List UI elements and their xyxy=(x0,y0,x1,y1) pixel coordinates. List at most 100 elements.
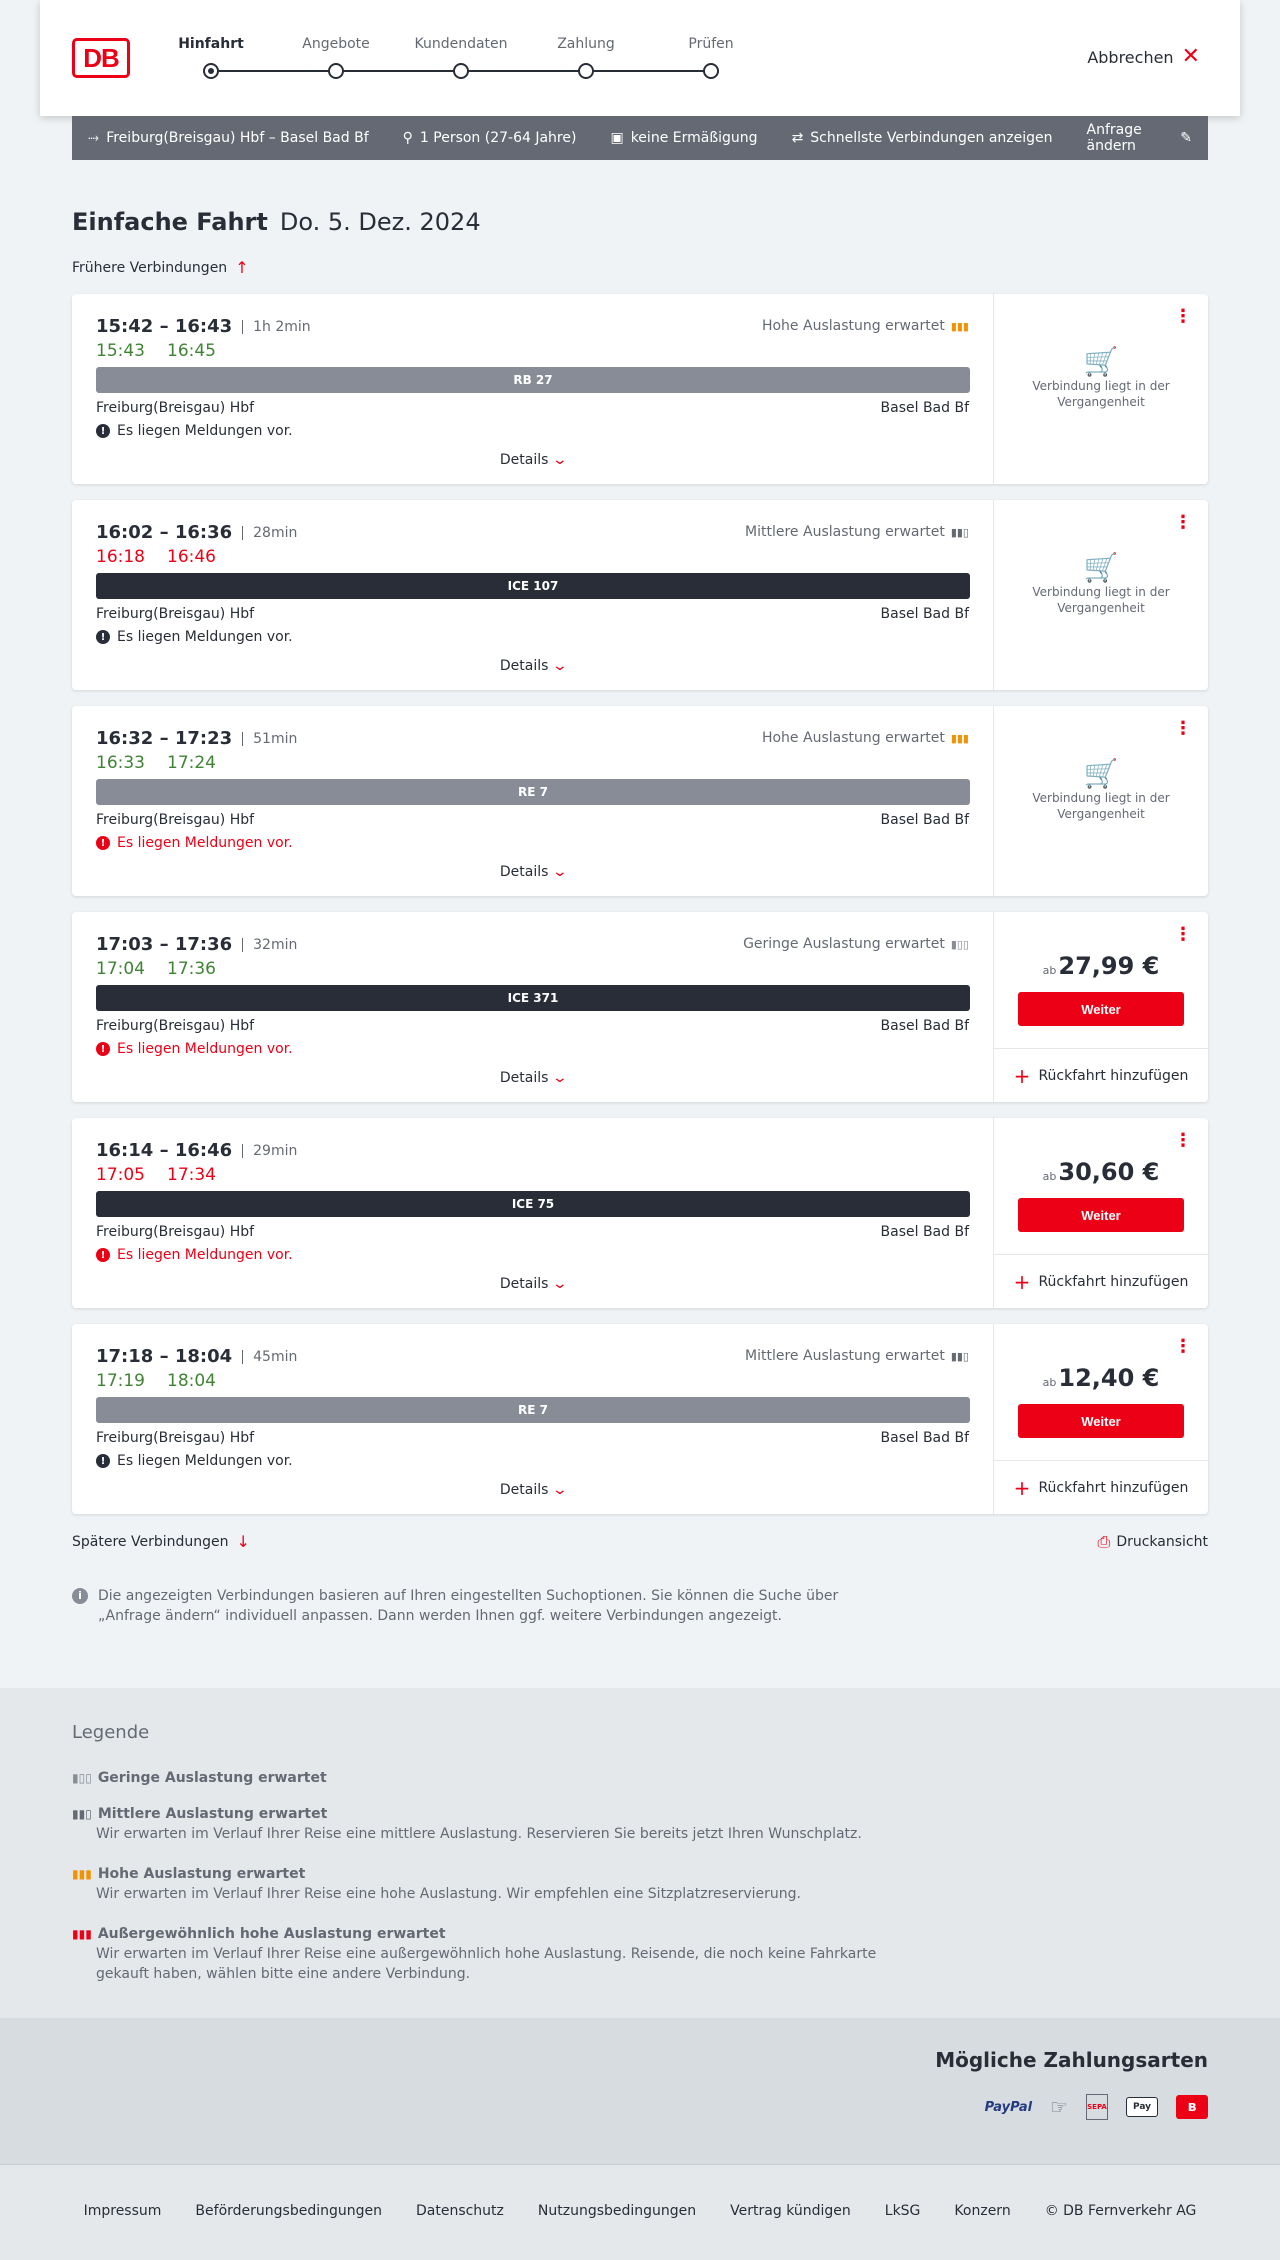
connection-card: 15:42 – 16:43 1h 2min 15:43 16:45 Hohe Aus… xyxy=(72,294,1208,484)
legend-text: Wir erwarten im Verlauf Ihrer Reise eine… xyxy=(96,1826,862,1842)
continue-button[interactable]: Weiter xyxy=(1018,1404,1184,1438)
price-amount: 12,40 € xyxy=(1058,1364,1160,1392)
price: ab27,99 € xyxy=(994,952,1208,980)
filter-icon: ⇄ xyxy=(791,130,804,146)
step-dot-angebote xyxy=(328,63,344,79)
more-options-icon[interactable]: ⋮ xyxy=(1174,514,1192,532)
continue-button[interactable]: Weiter xyxy=(1018,1198,1184,1232)
details-toggle[interactable]: Details ⌄ xyxy=(72,1070,994,1086)
print-view-link[interactable]: ⎙ Druckansicht xyxy=(1098,1532,1208,1552)
more-options-icon[interactable]: ⋮ xyxy=(1174,720,1192,738)
add-return-button[interactable]: + Rückfahrt hinzufügen xyxy=(994,1254,1208,1308)
notice: ! Es liegen Meldungen vor. xyxy=(96,1041,293,1057)
db-logo[interactable]: DB xyxy=(72,38,130,78)
details-label: Details xyxy=(499,864,549,880)
legend-item-medium: ▮▮▯ Mittlere Auslastung erwartet Wir erwa… xyxy=(72,1804,892,1844)
add-return-button[interactable]: + Rückfahrt hinzufügen xyxy=(994,1460,1208,1514)
legend-item-low: ▮▯▯ Geringe Auslastung erwartet xyxy=(72,1768,327,1788)
add-return-label: Rückfahrt hinzufügen xyxy=(1038,1273,1189,1290)
trip-type: Einfache Fahrt xyxy=(72,208,268,236)
legend-label: Hohe Auslastung erwartet xyxy=(97,1866,306,1882)
footer-links: Impressum Beförderungsbedingungen Datens… xyxy=(0,2203,1280,2219)
price-amount: 30,60 € xyxy=(1058,1158,1160,1186)
footer-link-konzern[interactable]: Konzern xyxy=(954,2203,1010,2219)
connection-card: 16:32 – 17:23 51min 16:33 17:24 Hohe Ausla… xyxy=(72,706,1208,896)
load-text: Geringe Auslastung erwartet xyxy=(743,936,945,952)
notice-text: Es liegen Meldungen vor. xyxy=(117,1247,293,1263)
connection-details: 17:03 – 17:36 32min 17:04 17:36 Geringe Au… xyxy=(72,912,994,1102)
duration: 29min xyxy=(242,1143,297,1158)
connection-details: 16:32 – 17:23 51min 16:33 17:24 Hohe Ausla… xyxy=(72,706,994,896)
realtime-departure: 16:18 xyxy=(96,547,145,567)
plus-icon: + xyxy=(1013,1475,1031,1500)
search-summary-bar: ⤑ Freiburg(Breisgau) Hbf – Basel Bad Bf ⚲… xyxy=(72,116,1208,160)
change-request-button[interactable]: Anfrage ändern ✎ xyxy=(1087,122,1192,154)
add-return-label: Rückfahrt hinzufügen xyxy=(1038,1067,1189,1084)
more-options-icon[interactable]: ⋮ xyxy=(1174,308,1192,326)
scheduled-times: 16:32 – 17:23 51min xyxy=(96,728,297,749)
footer-link-impressum[interactable]: Impressum xyxy=(84,2203,162,2219)
payment-icons: PayPal ☞ SEPA Pay ʙ xyxy=(985,2094,1208,2120)
alert-icon: ! xyxy=(96,1454,110,1468)
info-text: Die angezeigten Verbindungen basieren au… xyxy=(98,1588,839,1624)
realtime-departure: 17:05 xyxy=(96,1165,145,1185)
footer-link-befoerderungsbedingungen[interactable]: Beförderungsbedingungen xyxy=(195,2203,382,2219)
scheduled-times: 17:18 – 18:04 45min xyxy=(96,1346,297,1367)
more-options-icon[interactable]: ⋮ xyxy=(1174,926,1192,944)
arrival-station: Basel Bad Bf xyxy=(880,1224,969,1240)
step-label-zahlung: Zahlung xyxy=(557,36,615,52)
details-toggle[interactable]: Details ⌄ xyxy=(72,452,994,468)
departure-station: Freiburg(Breisgau) Hbf xyxy=(96,606,255,622)
arrival-station: Basel Bad Bf xyxy=(880,606,969,622)
details-toggle[interactable]: Details ⌄ xyxy=(72,1482,994,1498)
offer-panel: ⋮ ab30,60 € Weiter + Rückfahrt hinzufügen xyxy=(994,1118,1208,1308)
realtime-departure: 15:43 xyxy=(96,341,145,361)
load-indicator: Mittlere Auslastung erwartet ▮▮▯ xyxy=(745,524,969,540)
load-indicator: Hohe Auslastung erwartet ▮▮▮ xyxy=(762,730,969,746)
notice: ! Es liegen Meldungen vor. xyxy=(96,1247,293,1263)
print-label: Druckansicht xyxy=(1116,1534,1208,1550)
earlier-connections-link[interactable]: Frühere Verbindungen ↑ xyxy=(72,258,249,277)
past-text: Verbindung liegt in der Vergangenheit xyxy=(1032,585,1170,615)
details-label: Details xyxy=(499,658,549,674)
db-card-icon: ʙ xyxy=(1176,2095,1208,2119)
details-label: Details xyxy=(499,452,549,468)
traveller-text: 1 Person (27-64 Jahre) xyxy=(419,130,577,146)
footer-link-nutzungsbedingungen[interactable]: Nutzungsbedingungen xyxy=(538,2203,696,2219)
plus-icon: + xyxy=(1013,1063,1031,1088)
price-prefix: ab xyxy=(1042,1170,1057,1183)
chevron-down-icon: ⌄ xyxy=(552,452,569,468)
realtime-arrival: 17:34 xyxy=(167,1165,216,1185)
details-toggle[interactable]: Details ⌄ xyxy=(72,864,994,880)
connection-details: 15:42 – 16:43 1h 2min 15:43 16:45 Hohe Aus… xyxy=(72,294,994,484)
time-range: 16:02 – 16:36 xyxy=(96,522,233,543)
load-text: Hohe Auslastung erwartet xyxy=(761,730,945,746)
payment-title: Mögliche Zahlungsarten xyxy=(935,2048,1208,2072)
info-note: i Die angezeigten Verbindungen basieren … xyxy=(72,1586,852,1626)
realtime-times: 17:04 17:36 xyxy=(96,959,216,979)
later-connections-link[interactable]: Spätere Verbindungen ↓ xyxy=(72,1532,250,1551)
past-connection-note: 🛒 Verbindung liegt in der Vergangenheit xyxy=(994,551,1208,616)
cancel-button[interactable]: Abbrechen ✕ xyxy=(1087,46,1200,68)
offer-panel: ⋮ ab27,99 € Weiter + Rückfahrt hinzufügen xyxy=(994,912,1208,1102)
more-options-icon[interactable]: ⋮ xyxy=(1174,1338,1192,1356)
more-options-icon[interactable]: ⋮ xyxy=(1174,1132,1192,1150)
offer-panel: ⋮ ab12,40 € Weiter + Rückfahrt hinzufügen xyxy=(994,1324,1208,1514)
past-text: Verbindung liegt in der Vergangenheit xyxy=(1032,791,1170,821)
offer-panel: ⋮ 🛒 Verbindung liegt in der Vergangenheit xyxy=(994,294,1208,484)
alert-icon: ! xyxy=(96,630,110,644)
add-return-button[interactable]: + Rückfahrt hinzufügen xyxy=(994,1048,1208,1102)
cart-unavailable-icon: 🛒 xyxy=(1083,757,1119,790)
footer-link-lksg[interactable]: LkSG xyxy=(885,2203,921,2219)
credit-card-icon: ☞ xyxy=(1050,2095,1068,2119)
time-range: 16:14 – 16:46 xyxy=(96,1140,233,1161)
details-toggle[interactable]: Details ⌄ xyxy=(72,1276,994,1292)
cart-unavailable-icon: 🛒 xyxy=(1083,551,1119,584)
continue-button[interactable]: Weiter xyxy=(1018,992,1184,1026)
trip-date: Do. 5. Dez. 2024 xyxy=(279,208,481,236)
legend-label: Geringe Auslastung erwartet xyxy=(97,1770,327,1786)
footer-link-vertrag-kuendigen[interactable]: Vertrag kündigen xyxy=(730,2203,851,2219)
footer-link-datenschutz[interactable]: Datenschutz xyxy=(416,2203,504,2219)
details-toggle[interactable]: Details ⌄ xyxy=(72,658,994,674)
load-medium-icon: ▮▮▯ xyxy=(950,525,969,539)
